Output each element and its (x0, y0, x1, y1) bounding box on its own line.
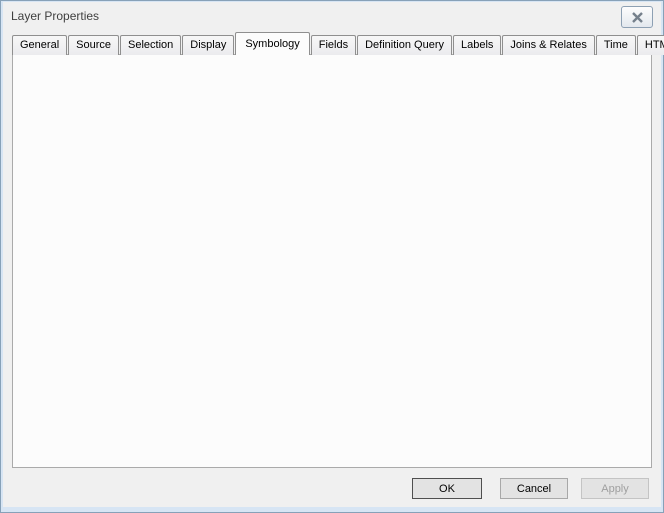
button-label: Cancel (517, 483, 551, 495)
symbology-page (12, 54, 652, 468)
tab-label: Fields (319, 39, 348, 51)
tab-joins-relates[interactable]: Joins & Relates (502, 35, 594, 55)
tab-label: HTML Popup (645, 39, 664, 51)
tab-label: Time (604, 39, 628, 51)
tab-labels[interactable]: Labels (453, 35, 501, 55)
close-icon (631, 12, 644, 23)
tab-html-popup[interactable]: HTML Popup (637, 35, 664, 55)
tab-source[interactable]: Source (68, 35, 119, 55)
tab-definition-query[interactable]: Definition Query (357, 35, 452, 55)
tab-label: Source (76, 39, 111, 51)
cancel-button[interactable]: Cancel (500, 478, 568, 499)
tab-label: Labels (461, 39, 493, 51)
button-label: Apply (601, 483, 629, 495)
ok-button[interactable]: OK (412, 478, 482, 499)
tab-label: Symbology (245, 38, 299, 50)
tab-selection[interactable]: Selection (120, 35, 181, 55)
tab-label: General (20, 39, 59, 51)
tab-display[interactable]: Display (182, 35, 234, 55)
tab-general[interactable]: General (12, 35, 67, 55)
window-title: Layer Properties (3, 9, 99, 23)
button-label: OK (439, 483, 455, 495)
title-bar[interactable]: Layer Properties (3, 2, 661, 30)
tab-time[interactable]: Time (596, 35, 636, 55)
tab-strip: General Source Selection Display Symbolo… (12, 33, 664, 55)
tab-label: Joins & Relates (510, 39, 586, 51)
layer-properties-dialog: Layer Properties General Source Selectio… (0, 0, 664, 513)
tab-label: Selection (128, 39, 173, 51)
close-button[interactable] (621, 6, 653, 28)
tab-fields[interactable]: Fields (311, 35, 356, 55)
tab-symbology[interactable]: Symbology (235, 32, 309, 55)
tab-label: Definition Query (365, 39, 444, 51)
apply-button[interactable]: Apply (581, 478, 649, 499)
tab-label: Display (190, 39, 226, 51)
